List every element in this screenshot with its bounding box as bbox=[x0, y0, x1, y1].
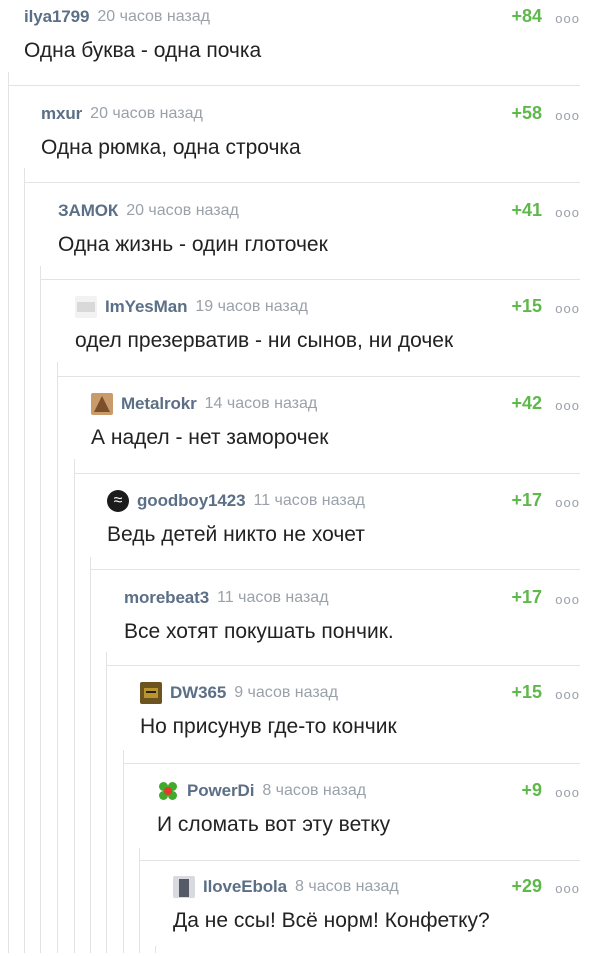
comment: DW365 9 часов назад +15 ooo Но присунув … bbox=[140, 682, 580, 762]
comment-rating: +15 bbox=[511, 296, 542, 316]
flower-avatar-icon[interactable] bbox=[157, 780, 179, 802]
comment-rating: +15 bbox=[511, 682, 542, 702]
comment-timestamp[interactable]: 14 часов назад bbox=[205, 395, 318, 413]
comment-rating: +17 bbox=[511, 587, 542, 607]
comment-timestamp[interactable]: 11 часов назад bbox=[253, 492, 364, 510]
comment-rating: +42 bbox=[511, 393, 542, 413]
comment-header: goodboy1423 11 часов назад bbox=[107, 490, 580, 512]
wave-logo-avatar-icon[interactable] bbox=[107, 490, 129, 512]
comment-username[interactable]: IloveEbola bbox=[203, 877, 287, 897]
comment-header: ЗАМОК 20 часов назад bbox=[58, 200, 580, 222]
thread-line bbox=[90, 557, 91, 953]
more-options-icon[interactable]: ooo bbox=[555, 11, 580, 26]
comment: mxur 20 часов назад +58 ooo Одна рюмка, … bbox=[41, 103, 580, 183]
comment-header: mxur 20 часов назад bbox=[41, 103, 580, 125]
comment: ilya1799 20 часов назад +84 ooo Одна бук… bbox=[24, 6, 580, 86]
more-options-icon[interactable]: ooo bbox=[555, 495, 580, 510]
comment-rating: +58 bbox=[511, 103, 542, 123]
comment-header: Metalrokr 14 часов назад bbox=[91, 393, 580, 415]
face-avatar-icon[interactable] bbox=[140, 682, 162, 704]
more-options-icon[interactable]: ooo bbox=[555, 785, 580, 800]
comment-header: ImYesMan 19 часов назад bbox=[75, 296, 580, 318]
thread-line bbox=[74, 459, 75, 953]
thread-divider bbox=[57, 376, 580, 377]
comment-timestamp[interactable]: 11 часов назад bbox=[217, 589, 328, 607]
comment-text: одел презерватив - ни сынов, ни дочек bbox=[75, 329, 454, 352]
comment-timestamp[interactable]: 20 часов назад bbox=[97, 8, 210, 26]
thread-line bbox=[155, 946, 156, 953]
comment-timestamp[interactable]: 8 часов назад bbox=[262, 782, 366, 800]
thread-line bbox=[106, 652, 107, 953]
comment-timestamp[interactable]: 19 часов назад bbox=[195, 298, 308, 316]
comment-text: Одна жизнь - один глоточек bbox=[58, 233, 328, 256]
comment-header: PowerDi 8 часов назад bbox=[157, 780, 580, 802]
comment-username[interactable]: Metalrokr bbox=[121, 394, 197, 414]
comment-rating: +84 bbox=[511, 6, 542, 26]
comment-rating: +9 bbox=[521, 780, 542, 800]
more-options-icon[interactable]: ooo bbox=[555, 881, 580, 896]
comment-timestamp[interactable]: 8 часов назад bbox=[295, 878, 399, 896]
blank-avatar-icon[interactable] bbox=[75, 296, 97, 318]
comment: PowerDi 8 часов назад +9 ooo И сломать в… bbox=[157, 780, 580, 860]
comment-rating: +41 bbox=[511, 200, 542, 220]
thread-line bbox=[57, 362, 58, 953]
thread-divider bbox=[139, 860, 580, 861]
comment-timestamp[interactable]: 20 часов назад bbox=[126, 202, 239, 220]
thread-line bbox=[24, 168, 25, 953]
comment-username[interactable]: ЗАМОК bbox=[58, 201, 118, 221]
thread-line bbox=[40, 266, 41, 953]
comment-timestamp[interactable]: 20 часов назад bbox=[90, 105, 203, 123]
more-options-icon[interactable]: ooo bbox=[555, 592, 580, 607]
more-options-icon[interactable]: ooo bbox=[555, 108, 580, 123]
portrait-avatar-icon[interactable] bbox=[173, 876, 195, 898]
comment-text: Одна буква - одна почка bbox=[24, 39, 262, 62]
more-options-icon[interactable]: ooo bbox=[555, 301, 580, 316]
comment-timestamp[interactable]: 9 часов назад bbox=[234, 684, 338, 702]
comment-username[interactable]: DW365 bbox=[170, 683, 226, 703]
comment-thread: ilya1799 20 часов назад +84 ooo Одна бук… bbox=[0, 0, 600, 953]
comment: ЗАМОК 20 часов назад +41 ooo Одна жизнь … bbox=[58, 200, 580, 280]
comment-text: И сломать вот эту ветку bbox=[157, 813, 391, 836]
comment-header: ilya1799 20 часов назад bbox=[24, 6, 580, 28]
comment-username[interactable]: ilya1799 bbox=[24, 7, 89, 27]
comment: Metalrokr 14 часов назад +42 ooo А надел… bbox=[91, 393, 580, 473]
comment-username[interactable]: ImYesMan bbox=[105, 297, 187, 317]
comment: ImYesMan 19 часов назад +15 ooo одел пре… bbox=[75, 296, 580, 376]
thread-line bbox=[8, 72, 9, 953]
comment-text: Но присунув где-то кончик bbox=[140, 715, 397, 738]
thread-line bbox=[139, 848, 140, 953]
more-options-icon[interactable]: ooo bbox=[555, 687, 580, 702]
comment-rating: +17 bbox=[511, 490, 542, 510]
thread-divider bbox=[123, 763, 580, 764]
more-options-icon[interactable]: ooo bbox=[555, 205, 580, 220]
comment-username[interactable]: goodboy1423 bbox=[137, 491, 246, 511]
more-options-icon[interactable]: ooo bbox=[555, 398, 580, 413]
comment-username[interactable]: morebeat3 bbox=[124, 588, 209, 608]
comment: goodboy1423 11 часов назад +17 ooo Ведь … bbox=[107, 490, 580, 570]
comment-text: Все хотят покушать пончик. bbox=[124, 620, 394, 643]
comment: morebeat3 11 часов назад +17 ooo Все хот… bbox=[124, 587, 580, 667]
thread-line bbox=[123, 750, 124, 953]
comment-text: А надел - нет заморочек bbox=[91, 426, 329, 449]
comment: IloveEbola 8 часов назад +29 ooo Да не с… bbox=[173, 876, 580, 956]
comment-username[interactable]: PowerDi bbox=[187, 781, 254, 801]
cat-avatar-icon[interactable] bbox=[91, 393, 113, 415]
comment-rating: +29 bbox=[511, 876, 542, 896]
thread-divider bbox=[74, 473, 580, 474]
comment-text: Ведь детей никто не хочет bbox=[107, 523, 365, 546]
comment-text: Да не ссы! Всё норм! Конфетку? bbox=[173, 909, 490, 932]
comment-text: Одна рюмка, одна строчка bbox=[41, 136, 301, 159]
comment-username[interactable]: mxur bbox=[41, 104, 82, 124]
